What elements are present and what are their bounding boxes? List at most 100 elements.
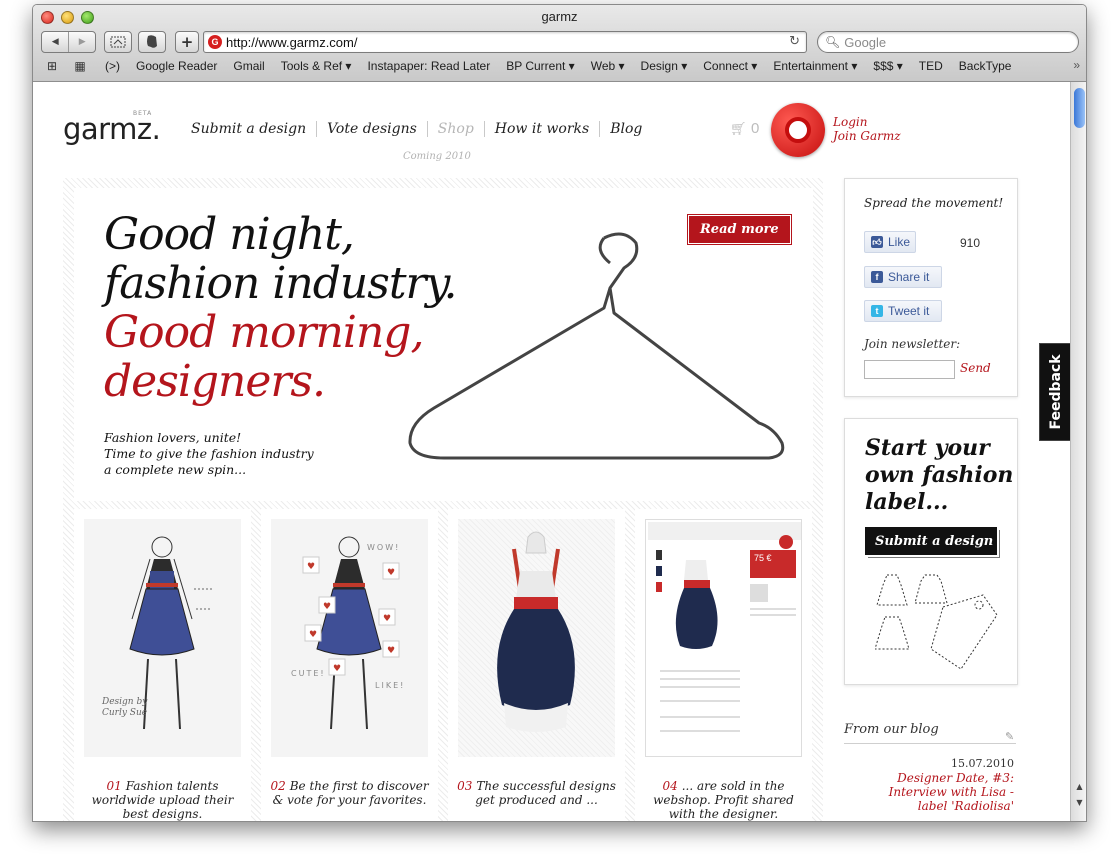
step-image-3 [458,519,615,757]
bookmark-item[interactable]: Google Reader [136,59,217,73]
bookmark-item[interactable]: (>) [105,59,120,73]
step-number: 03 [457,779,473,793]
bookmark-item[interactable]: BP Current ▾ [506,59,575,73]
bookmark-item[interactable]: Connect ▾ [703,59,757,73]
share-button[interactable]: f Share it [864,266,942,288]
step-card-2: ♥ ♥ ♥ ♥ ♥ ♥ ♥ WOW! CUTE! LIKE! 02 Be the first… [261,509,438,821]
search-field[interactable]: 🔍︎ Google [817,31,1079,53]
start-label-box: Start your own fashion label... Submit a… [844,418,1018,685]
snip-button[interactable] [104,31,132,53]
garmz-logo[interactable]: garmz. [63,112,161,146]
button-icon [785,117,811,143]
design-credit-line-1: Design by [102,697,148,707]
svg-text:♥: ♥ [383,614,391,624]
bookmark-item[interactable]: $$$ ▾ [873,59,902,73]
step-caption-1: 01 Fashion talents worldwide upload their… [82,779,243,821]
blog-section-title: From our blog [844,722,939,737]
nav-vote-designs[interactable]: Vote designs [316,121,427,137]
garmz-button-logo[interactable] [771,103,825,157]
scrollbar-thumb[interactable] [1074,88,1085,128]
url-text[interactable]: http://www.garmz.com/ [226,35,357,50]
nav-blog[interactable]: Blog [599,121,652,137]
evernote-icon [147,35,157,48]
share-label: Share it [888,270,930,284]
bookmark-item[interactable]: Tools & Ref ▾ [281,59,352,73]
product-price: 75 € [754,553,772,563]
facebook-like-button[interactable]: 👍︎ Like [864,231,916,253]
add-bookmark-button[interactable]: + [175,31,199,53]
step-caption-3: 03 The successful designs get produced an… [456,779,617,807]
bookmark-item[interactable]: Gmail [233,59,264,73]
svg-text:♥: ♥ [387,568,395,578]
reload-icon[interactable]: ↻ [789,34,800,49]
label-title-line-2: own fashion [865,462,1014,488]
step-text: Be the first to discover & vote for your… [272,779,429,807]
blog-post-link[interactable]: Designer Date, #3: Interview with Lisa -… [883,771,1014,813]
bookmarks-overflow-icon[interactable]: » [1073,58,1080,72]
dotted-garments-icon [875,574,998,670]
svg-text:♥: ♥ [323,602,331,612]
bookmark-item[interactable]: Entertainment ▾ [773,59,857,73]
login-link[interactable]: Login [833,115,901,129]
subcopy-line-3: a complete new spin... [104,462,247,477]
start-label-title: Start your own fashion label... [865,435,1013,516]
beta-tag: BETA [133,110,153,117]
step-image-2: ♥ ♥ ♥ ♥ ♥ ♥ ♥ WOW! CUTE! LIKE! [271,519,428,757]
main-nav: Submit a design Vote designs Shop How it… [181,121,652,137]
step-number: 04 [662,779,678,793]
page-content: garmz. BETA Submit a design Vote designs… [33,82,1070,821]
design-credit-line-2: Curly Sue [102,708,148,718]
open-book-icon[interactable]: ⊞ [43,59,61,73]
forward-button[interactable]: ▶ [68,32,95,52]
cart-icon[interactable]: 🛒︎ [730,122,747,137]
fashion-sketch-icon [129,536,214,730]
bookmark-item[interactable]: Instapaper: Read Later [367,59,490,73]
vote-comment: LIKE! [375,681,406,690]
submit-design-button[interactable]: Submit a design [865,527,997,555]
newsletter-label: Join newsletter: [864,337,961,351]
label-title-line-1: Start your [865,435,990,461]
search-icon: 🔍︎ [825,35,841,49]
browser-toolbar: garmz ◀ ▶ + G http://www.garmz.com/ ↻ 🔍︎… [33,5,1086,82]
scroll-up-arrow[interactable]: ▲ [1074,782,1085,794]
join-link[interactable]: Join Garmz [833,129,901,143]
top-sites-icon[interactable]: ▦ [71,59,89,73]
vote-comment: CUTE! [291,669,326,678]
pencil-icon: ✎ [1005,730,1015,743]
snip-icon [110,36,126,48]
subcopy-line-2: Time to give the fashion industry [104,446,314,461]
nav-shop[interactable]: Shop [426,121,484,137]
bookmark-item[interactable]: TED [919,59,943,73]
evernote-button[interactable] [138,31,166,53]
voting-sketch-icon: ♥ ♥ ♥ ♥ ♥ ♥ ♥ [302,536,400,730]
bookmark-item[interactable]: BackType [959,59,1012,73]
step-card-1: Design by Curly Sue 01 Fashion talents wo… [74,509,251,821]
produced-dress-icon [497,531,575,732]
cart-count[interactable]: 0 [751,120,759,137]
tweet-button[interactable]: t Tweet it [864,300,942,322]
feedback-tab[interactable]: Feedback [1039,343,1070,441]
label-title-line-3: label... [865,489,949,515]
step-card-4: 75 € 04... are sold in the webshop. Prof… [635,509,812,821]
nav-submit-design[interactable]: Submit a design [181,121,316,137]
back-button[interactable]: ◀ [42,32,68,52]
blog-post-date: 15.07.2010 [951,757,1014,770]
svg-text:♥: ♥ [307,562,315,572]
facebook-icon: f [871,271,883,283]
vote-comment: WOW! [367,543,401,552]
step-image-1: Design by Curly Sue [84,519,241,757]
search-placeholder[interactable]: Google [844,35,886,50]
bookmark-item[interactable]: Web ▾ [591,59,625,73]
bookmark-item[interactable]: Design ▾ [641,59,688,73]
like-label: Like [888,235,911,249]
feedback-label: Feedback [1047,354,1064,430]
nav-how-it-works[interactable]: How it works [483,121,599,137]
scroll-down-arrow[interactable]: ▼ [1074,798,1085,810]
vertical-scrollbar[interactable]: ▲ ▼ [1070,82,1086,821]
site-favicon: G [208,35,222,49]
shop-coming-note: Coming 2010 [403,151,471,162]
subcopy-line-1: Fashion lovers, unite! [104,430,242,445]
newsletter-email-input[interactable] [864,360,955,379]
newsletter-send-button[interactable]: Send [960,361,991,375]
address-bar[interactable]: G http://www.garmz.com/ ↻ [203,31,807,53]
